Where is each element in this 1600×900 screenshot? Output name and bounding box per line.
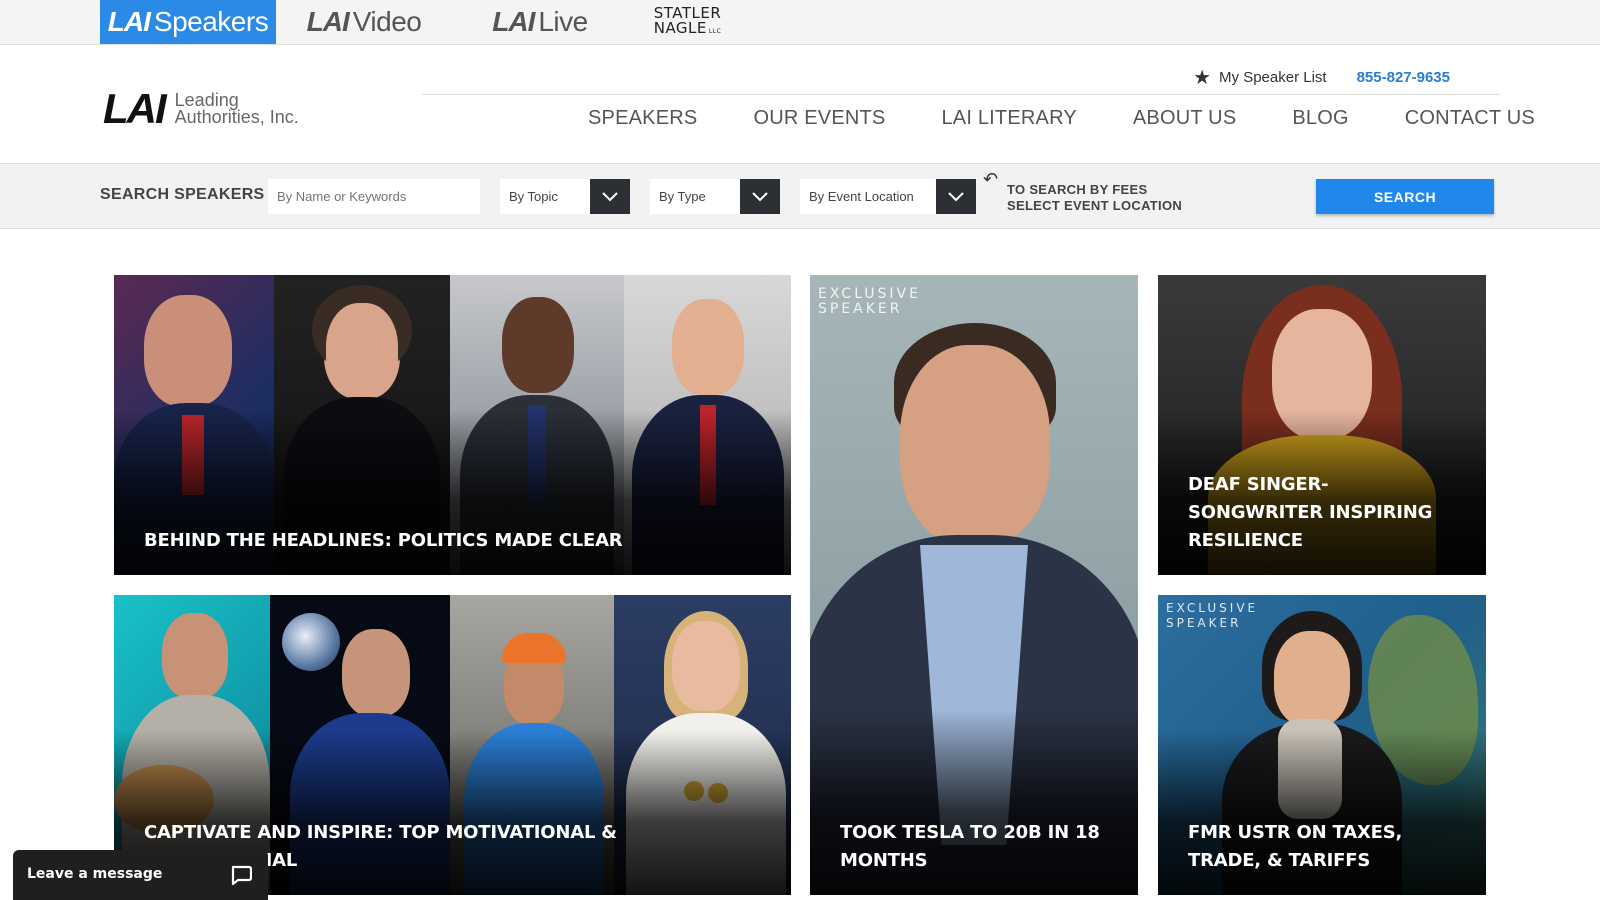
event-location-select[interactable]: By Event Location (800, 179, 976, 214)
brand-tab-statler-nagle[interactable]: STATLER NAGLE LLC (640, 0, 735, 44)
star-icon[interactable]: ★ (1193, 65, 1211, 90)
featured-tile-singer[interactable]: DEAF SINGER-SONGWRITER INSPIRING RESILIE… (1158, 275, 1486, 575)
type-select-value: By Type (659, 189, 706, 204)
phone-link[interactable]: 855-827-9635 (1357, 69, 1450, 86)
logo-mark: LAI (103, 85, 167, 132)
main-nav: SPEAKERS OUR EVENTS LAI LITERARY ABOUT U… (560, 107, 1563, 130)
brand-prefix: LAI (492, 6, 535, 37)
chevron-down-icon[interactable] (590, 179, 630, 214)
speaker-photo (900, 345, 1050, 545)
brand-tab-lai-speakers[interactable]: LAI Speakers (100, 0, 276, 44)
site-header: LAI Leading Authorities, Inc. ★ My Speak… (0, 45, 1600, 163)
chevron-down-icon[interactable] (936, 179, 976, 214)
tile-caption: DEAF SINGER-SONGWRITER INSPIRING RESILIE… (1188, 474, 1433, 551)
site-logo[interactable]: LAI Leading Authorities, Inc. (103, 85, 299, 133)
nav-lai-literary[interactable]: LAI LITERARY (941, 107, 1076, 130)
brand-prefix: LAI (306, 6, 350, 37)
chevron-down-icon[interactable] (740, 179, 780, 214)
nav-about-us[interactable]: ABOUT US (1133, 107, 1236, 130)
nav-speakers[interactable]: SPEAKERS (588, 107, 697, 130)
chat-widget[interactable]: Leave a message (13, 850, 268, 900)
nagle-text: NAGLE (653, 18, 707, 37)
tile-caption: TOOK TESLA TO 20B IN 18 MONTHS (840, 822, 1100, 871)
speaker-photo (1274, 631, 1350, 727)
tile-caption: FMR USTR ON TAXES, TRADE, & TARIFFS (1188, 822, 1403, 871)
badge-line1: EXCLUSIVE (818, 286, 921, 302)
my-speaker-list-link[interactable]: My Speaker List (1219, 69, 1327, 86)
badge-line2: SPEAKER (818, 301, 903, 317)
nagle-line: NAGLE LLC (653, 18, 722, 39)
brand-name: Speakers (153, 6, 269, 37)
logo-name: Leading Authorities, Inc. (174, 91, 299, 127)
brand-name: Video (352, 6, 422, 37)
chat-label: Leave a message (27, 866, 163, 882)
topic-select[interactable]: By Topic (500, 179, 630, 214)
topic-select-value: By Topic (509, 189, 558, 204)
event-location-value: By Event Location (809, 189, 914, 204)
featured-tile-politics[interactable]: BEHIND THE HEADLINES: POLITICS MADE CLEA… (114, 275, 791, 575)
brand-prefix: LAI (107, 6, 151, 37)
logo-line2: Authorities, Inc. (174, 107, 299, 127)
search-bar: SEARCH SPEAKERS By Topic By Type By Even… (0, 163, 1600, 229)
fees-hint-line2: SELECT EVENT LOCATION (1007, 198, 1183, 213)
exclusive-speaker-badge: EXCLUSIVE SPEAKER (1166, 601, 1258, 631)
brand-tab-lai-live[interactable]: LAI Live (478, 0, 602, 44)
brand-tab-lai-video[interactable]: LAI Video (296, 0, 432, 44)
fees-hint: TO SEARCH BY FEES SELECT EVENT LOCATION (1007, 182, 1182, 214)
chat-bubble-icon[interactable] (230, 864, 253, 891)
utility-links: ★ My Speaker List 855-827-9635 (1193, 65, 1450, 90)
featured-tile-ustr[interactable]: EXCLUSIVE SPEAKER FMR USTR ON TAXES, TRA… (1158, 595, 1486, 895)
fees-hint-line1: TO SEARCH BY FEES (1007, 182, 1148, 197)
llc-text: LLC (708, 27, 722, 35)
brand-bar: LAI Speakers LAI Video LAI Live STATLER … (0, 0, 1600, 45)
badge-line1: EXCLUSIVE (1166, 601, 1259, 615)
badge-line2: SPEAKER (1166, 616, 1242, 630)
featured-tile-tesla[interactable]: EXCLUSIVE SPEAKER TOOK TESLA TO 20B IN 1… (810, 275, 1138, 895)
header-divider (422, 94, 1500, 95)
nav-contact-us[interactable]: CONTACT US (1405, 107, 1535, 130)
type-select[interactable]: By Type (650, 179, 780, 214)
nav-blog[interactable]: BLOG (1292, 107, 1348, 130)
search-button[interactable]: SEARCH (1316, 179, 1494, 214)
exclusive-speaker-badge: EXCLUSIVE SPEAKER (818, 287, 921, 317)
curved-arrow-icon: ↶ (983, 169, 999, 189)
search-title: SEARCH SPEAKERS (100, 186, 265, 203)
keyword-search-input[interactable] (268, 179, 480, 214)
tile-caption: BEHIND THE HEADLINES: POLITICS MADE CLEA… (144, 530, 623, 551)
brand-name: Live (538, 6, 588, 37)
nav-our-events[interactable]: OUR EVENTS (753, 107, 885, 130)
statler-nagle-logo: STATLER NAGLE LLC (653, 5, 722, 39)
